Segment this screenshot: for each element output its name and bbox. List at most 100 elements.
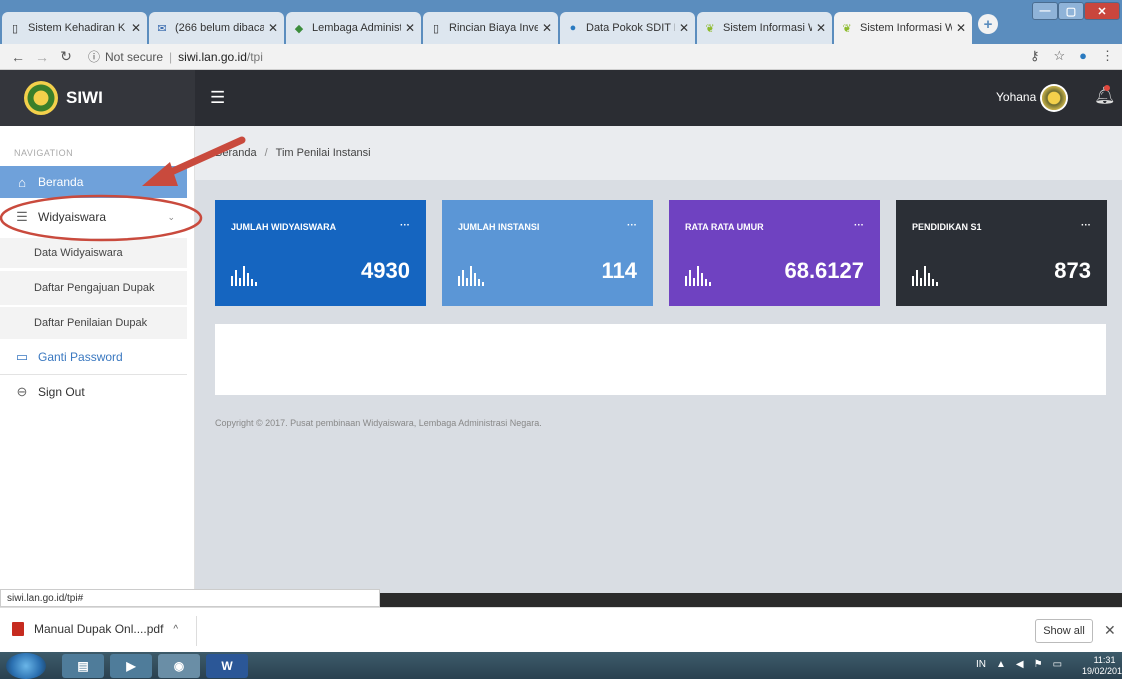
bar-chart-icon — [458, 266, 484, 286]
explorer-icon[interactable]: ▤ — [62, 654, 104, 678]
close-icon[interactable]: ✕ — [956, 21, 966, 35]
clock-date: 19/02/2019 — [1082, 666, 1122, 676]
download-item[interactable]: Manual Dupak Onl....pdf ^ — [12, 622, 178, 636]
tab-title: Sistem Informasi W — [860, 22, 952, 34]
card-menu-icon[interactable]: ··· — [627, 220, 637, 231]
mail-icon: ✉ — [157, 22, 167, 35]
clock[interactable]: 11:31 19/02/2019 — [1082, 655, 1122, 677]
sidebar-item-label: Ganti Password — [38, 350, 123, 364]
browser-tab[interactable]: ▯ Sistem Kehadiran K ✕ — [2, 12, 147, 44]
hamburger-menu-icon[interactable]: ☰ — [210, 88, 225, 108]
close-icon[interactable]: ✕ — [542, 21, 552, 35]
tray-up-icon[interactable]: ▲ — [996, 659, 1006, 670]
clock-time: 11:31 — [1093, 655, 1116, 665]
document-icon: ▯ — [432, 22, 440, 35]
sidebar-item-sign-out[interactable]: ⊖ Sign Out — [0, 376, 187, 408]
sidebar-item-beranda[interactable]: ⌂ Beranda — [0, 166, 187, 198]
copyright: Copyright © 2017. Pusat pembinaan Widyai… — [215, 418, 542, 428]
browser-tab[interactable]: ✉ (266 belum dibaca) ✕ — [149, 12, 284, 44]
content-panel — [215, 324, 1106, 395]
address-bar: ← → ↻ ⓘ Not secure | siwi.lan.go.id /tpi… — [0, 44, 1122, 70]
close-icon[interactable]: ✕ — [268, 21, 278, 35]
browser-tab-active[interactable]: ❦ Sistem Informasi W ✕ — [834, 12, 972, 44]
card-menu-icon[interactable]: ··· — [854, 220, 864, 231]
close-icon[interactable]: ✕ — [1104, 622, 1116, 639]
key-icon[interactable]: ⚷ — [1030, 48, 1040, 64]
leaf-icon: ❦ — [842, 22, 852, 35]
speaker-icon[interactable]: ◀ — [1016, 659, 1024, 670]
back-icon[interactable]: ← — [8, 49, 28, 65]
forward-icon[interactable]: → — [32, 49, 52, 65]
status-url: siwi.lan.go.id/tpi# — [0, 589, 380, 607]
sidebar-item-ganti-password[interactable]: ▭ Ganti Password — [0, 341, 187, 373]
sidebar-item-label: Widyaiswara — [38, 210, 107, 224]
monitor-icon[interactable]: ▭ — [1053, 659, 1062, 670]
word-icon[interactable]: W — [206, 654, 248, 678]
url-field[interactable]: ⓘ Not secure | siwi.lan.go.id /tpi — [88, 48, 263, 65]
card-title: RATA RATA UMUR — [685, 222, 764, 232]
network-icon[interactable]: ⚑ — [1034, 659, 1043, 670]
app-header: SIWI ☰ Yohana Sylvi 🔔︎ — [0, 70, 1122, 126]
list-icon: ☰ — [16, 209, 28, 224]
window-close-button[interactable]: ✕ — [1084, 2, 1120, 20]
document-icon: ▯ — [11, 22, 19, 35]
tab-title: Lembaga Administr — [312, 22, 401, 34]
card-title: JUMLAH WIDYAISWARA — [231, 222, 337, 232]
show-all-button[interactable]: Show all — [1035, 619, 1093, 643]
sidebar-item-widyaiswara[interactable]: ☰ Widyaiswara ⌄ — [0, 201, 187, 233]
taskbar: ▤ ▶ ◉ W IN ▲ ◀ ⚑ ▭ 11:31 19/02/2019 — [0, 652, 1122, 679]
card-title: PENDIDIKAN S1 — [912, 222, 982, 232]
home-icon: ⌂ — [18, 174, 26, 190]
tab-title: Data Pokok SDIT B — [586, 22, 675, 34]
browser-tab-strip: ▯ Sistem Kehadiran K ✕ ✉ (266 belum diba… — [0, 0, 1122, 44]
card-value: 4930 — [361, 258, 410, 283]
language-indicator[interactable]: IN — [976, 659, 986, 670]
nav-header: NAVIGATION — [14, 148, 74, 158]
card-value: 114 — [601, 258, 638, 283]
download-divider — [196, 616, 197, 646]
brand[interactable]: SIWI — [0, 70, 195, 126]
bar-chart-icon — [685, 266, 711, 286]
info-icon[interactable]: ⓘ — [88, 48, 100, 65]
reload-icon[interactable]: ↻ — [56, 48, 76, 65]
close-icon[interactable]: ✕ — [816, 21, 826, 35]
tab-title: (266 belum dibaca) — [175, 22, 264, 34]
maximize-button[interactable]: ▢ — [1058, 2, 1084, 20]
minimize-button[interactable]: — — [1032, 2, 1058, 20]
sidebar-subitem-data-widyaiswara[interactable]: Data Widyaiswara — [0, 238, 187, 268]
breadcrumb-home[interactable]: Beranda — [215, 147, 257, 159]
stat-card-jumlah-instansi: JUMLAH INSTANSI ··· 114 — [442, 200, 653, 306]
star-icon[interactable]: ☆ — [1053, 48, 1065, 64]
browser-tab[interactable]: ◆ Lembaga Administr ✕ — [286, 12, 421, 44]
notification-dot — [1104, 85, 1110, 91]
breadcrumb-current: Tim Penilai Instansi — [275, 147, 371, 159]
extension-icon[interactable]: ● — [1079, 48, 1087, 64]
new-tab-button[interactable]: + — [978, 14, 998, 34]
card-menu-icon[interactable]: ··· — [400, 220, 410, 231]
close-icon[interactable]: ✕ — [679, 21, 689, 35]
close-icon[interactable]: ✕ — [405, 21, 415, 35]
browser-tab[interactable]: ❦ Sistem Informasi W ✕ — [697, 12, 832, 44]
browser-tab[interactable]: ▯ Rincian Biaya Inves ✕ — [423, 12, 558, 44]
start-button[interactable] — [6, 653, 46, 679]
browser-tab[interactable]: ● Data Pokok SDIT B ✕ — [560, 12, 695, 44]
stat-card-rata-rata-umur: RATA RATA UMUR ··· 68.6127 — [669, 200, 880, 306]
sidebar-subitem-daftar-pengajuan[interactable]: Daftar Pengajuan Dupak — [0, 271, 187, 305]
breadcrumb: Beranda / Tim Penilai Instansi — [195, 126, 1122, 180]
brand-name: SIWI — [66, 88, 103, 107]
media-player-icon[interactable]: ▶ — [110, 654, 152, 678]
tab-title: Sistem Kehadiran K — [28, 22, 126, 34]
url-path: /tpi — [246, 49, 263, 64]
leaf-icon: ❦ — [705, 22, 715, 35]
window-icon: ▭ — [15, 349, 29, 364]
chevron-up-icon[interactable]: ^ — [173, 624, 178, 635]
bar-chart-icon — [231, 266, 257, 286]
menu-icon[interactable]: ⋮ — [1101, 48, 1114, 64]
chrome-icon[interactable]: ◉ — [158, 654, 200, 678]
sidebar-subitem-daftar-penilaian[interactable]: Daftar Penilaian Dupak — [0, 307, 187, 339]
avatar[interactable] — [1040, 84, 1068, 112]
close-icon[interactable]: ✕ — [131, 21, 141, 35]
system-tray: IN ▲ ◀ ⚑ ▭ — [976, 659, 1062, 670]
sidebar-item-label: Beranda — [38, 175, 84, 189]
card-menu-icon[interactable]: ··· — [1081, 220, 1091, 231]
